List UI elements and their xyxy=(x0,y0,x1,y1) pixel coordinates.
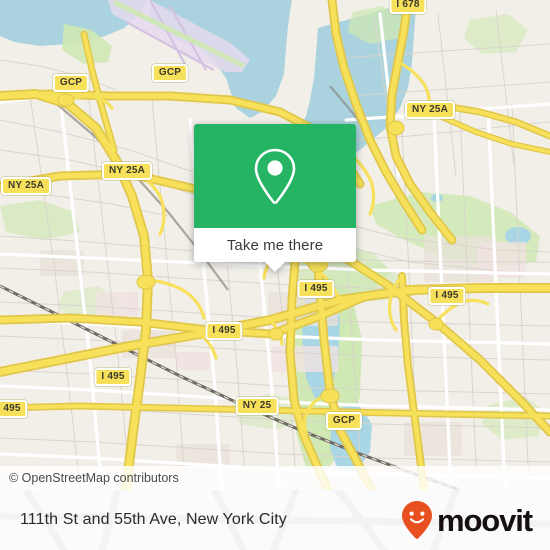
shield-gcp-upper-left: GCP xyxy=(52,74,90,92)
location-popup-card[interactable]: Take me there xyxy=(194,124,356,272)
address-label: 111th St and 55th Ave, New York City xyxy=(20,511,287,528)
shield-i495-mid: I 495 xyxy=(205,322,243,340)
popup-header xyxy=(194,124,356,228)
bottom-info-bar: 111th St and 55th Ave, New York City moo… xyxy=(0,490,550,550)
popup-pointer-tail xyxy=(264,261,286,272)
shield-ny25-bottom: NY 25 xyxy=(235,397,279,415)
shield-ny25a-upper-right: NY 25A xyxy=(404,101,456,119)
shield-i495-lower-left: I 495 xyxy=(94,368,132,386)
map-screenshot: I 678 GCP GCP NY 25A NY 25A NY 25A I 495 I 495 I… xyxy=(0,0,550,550)
moovit-smiley-pin-icon xyxy=(401,501,432,539)
shield-i495-center: I 495 xyxy=(297,280,335,298)
shield-495-edge: 495 xyxy=(0,400,28,418)
map-pin-icon xyxy=(254,148,296,205)
moovit-logo: moovit xyxy=(400,500,533,540)
shield-gcp-bottom: GCP xyxy=(325,412,363,430)
take-me-there-label: Take me there xyxy=(226,236,324,254)
moovit-wordmark: moovit xyxy=(436,502,533,538)
map-attribution: © OpenStreetMap contributors xyxy=(0,466,550,490)
shield-i495-right: I 495 xyxy=(428,287,466,305)
popup-footer[interactable]: Take me there xyxy=(194,228,356,272)
shield-ny25a-far-left: NY 25A xyxy=(0,177,52,195)
shield-i678-top: I 678 xyxy=(389,0,427,14)
shield-ny25a-mid-left: NY 25A xyxy=(101,162,153,180)
shield-gcp-upper-mid: GCP xyxy=(151,64,189,82)
